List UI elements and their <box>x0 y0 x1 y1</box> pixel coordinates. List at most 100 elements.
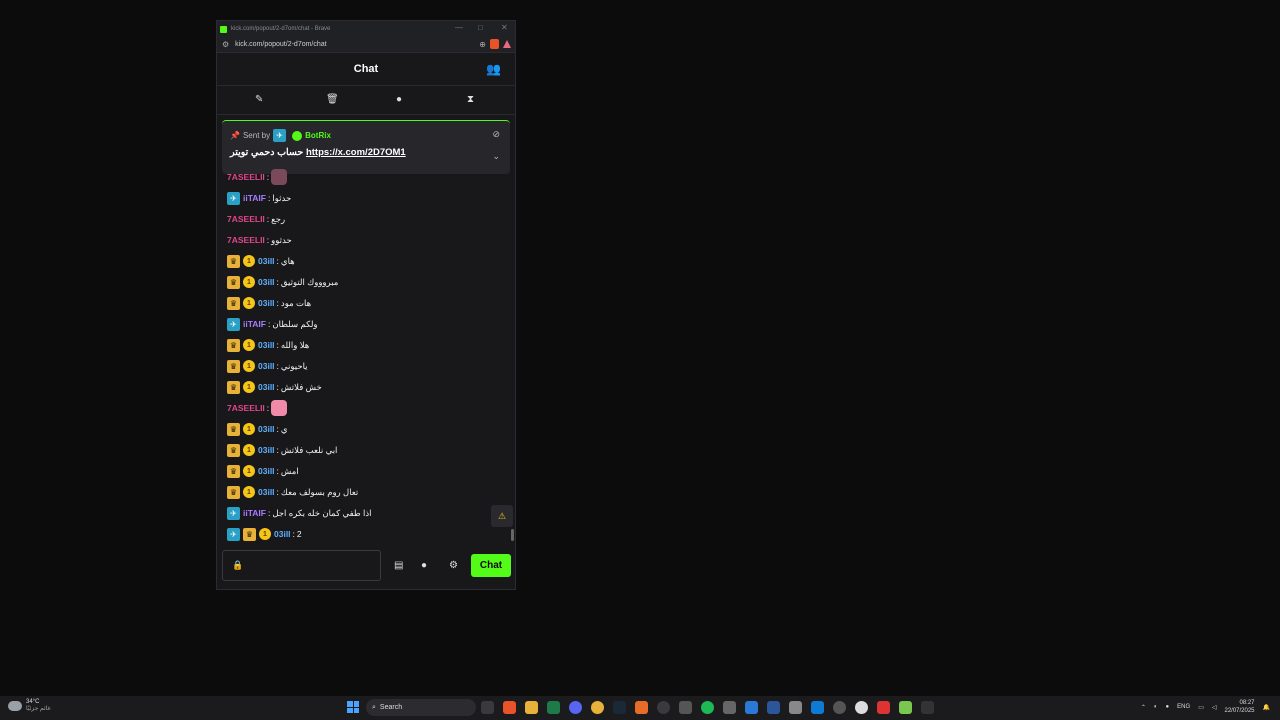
chevron-down-icon[interactable]: ⌄ <box>492 151 500 162</box>
chat-message-row[interactable]: 7ASEELII: <box>227 169 288 185</box>
scrollbar[interactable] <box>511 529 514 541</box>
vscode-icon[interactable] <box>811 701 824 714</box>
file-explorer-icon[interactable] <box>525 701 538 714</box>
chat-message-row[interactable]: ♛ 1 03ill: تعال روم بسولف معك <box>227 484 358 500</box>
app-icon[interactable] <box>679 701 692 714</box>
trash-icon[interactable]: 🗑 <box>326 94 339 105</box>
notification-bell-icon[interactable]: 🔔 <box>1263 704 1270 711</box>
chat-message-text: ابي نلعب فلاتش <box>280 444 338 455</box>
minimize-button[interactable]: — <box>455 23 463 32</box>
zoom-icon[interactable]: ⊕ <box>479 40 486 49</box>
chat-username[interactable]: 7ASEELII <box>227 403 265 413</box>
discord-icon[interactable] <box>569 701 582 714</box>
chat-username[interactable]: 7ASEELII <box>227 214 265 224</box>
chat-username[interactable]: 03ill <box>258 298 275 308</box>
url-text[interactable]: kick.com/popout/2-d7om/chat <box>235 41 326 48</box>
chat-message-row[interactable]: 7ASEELII: <box>227 400 288 416</box>
chat-message-row[interactable]: ♛ 1 03ill: هاي <box>227 253 295 269</box>
emote-picker-icon[interactable]: ● <box>421 560 427 571</box>
mic-icon[interactable]: ● <box>1166 704 1170 710</box>
site-settings-icon[interactable]: ⚙ <box>222 40 229 49</box>
word-icon[interactable] <box>767 701 780 714</box>
chat-username[interactable]: iiTAIF <box>243 193 266 203</box>
chat-message-row[interactable]: ✈ iiTAIF: اذا طفي كمان خله بكره اجل <box>227 505 372 521</box>
terminal-icon[interactable] <box>921 701 934 714</box>
volume-icon[interactable]: ◁ <box>1212 704 1217 711</box>
address-bar[interactable]: ⚙ kick.com/popout/2-d7om/chat ⊕ <box>217 37 515 53</box>
app-icon[interactable] <box>745 701 758 714</box>
maximize-button[interactable]: □ <box>478 23 483 32</box>
app-icon[interactable] <box>635 701 648 714</box>
brave-shields-icon[interactable] <box>490 39 499 49</box>
chat-message-row[interactable]: ♛ 1 03ill: ابي نلعب فلاتش <box>227 442 337 458</box>
chat-message-row[interactable]: ♛ 1 03ill: خش فلاتش <box>227 379 322 395</box>
app-icon[interactable] <box>723 701 736 714</box>
pin-icon[interactable]: ✎ <box>255 94 263 105</box>
warning-icon[interactable]: ⚠ <box>491 505 513 527</box>
pinned-message-link[interactable]: https://x.com/2D7OM1 <box>306 147 406 158</box>
chat-message-row[interactable]: ✈ iiTAIF: حدثوا <box>227 190 291 206</box>
app-tray-icon[interactable]: ◐ <box>1154 704 1158 710</box>
chat-username[interactable]: 03ill <box>258 340 275 350</box>
taskbar-search[interactable]: ⌕ Search <box>366 699 476 716</box>
chat-username[interactable]: 03ill <box>258 382 275 392</box>
weather-widget[interactable]: 34°C غائم جزئيًا <box>8 699 51 712</box>
spotify-icon[interactable] <box>701 701 714 714</box>
chat-username[interactable]: 03ill <box>274 529 291 539</box>
steam-icon[interactable] <box>613 701 626 714</box>
chat-message-list[interactable]: 7ASEELII: ✈ iiTAIF: حدثوا 7ASEELII: رجع 7ASEEL… <box>227 169 507 549</box>
chat-username[interactable]: 7ASEELII <box>227 172 265 182</box>
window-titlebar[interactable]: kick.com/popout/2-d7om/chat - Brave — □ … <box>217 21 515 37</box>
send-chat-button[interactable]: Chat <box>471 554 511 577</box>
system-tray[interactable]: ⌃ ◐ ● ENG ▭ ◁ 08:27 22/07/2025 🔔 <box>1141 699 1270 715</box>
chat-username[interactable]: 03ill <box>258 361 275 371</box>
chat-message-row[interactable]: 7ASEELII: رجع <box>227 211 285 227</box>
brave-app-icon[interactable] <box>503 701 516 714</box>
chat-message-row[interactable]: 7ASEELII: حدثوو <box>227 232 292 248</box>
channel-points-icon[interactable]: ▤ <box>394 560 403 571</box>
chat-message-row[interactable]: ♛ 1 03ill: مبروووك التوثيق <box>227 274 338 290</box>
browser-app-icon[interactable] <box>481 701 494 714</box>
app-icon[interactable] <box>899 701 912 714</box>
app-icon[interactable] <box>833 701 846 714</box>
chat-message-row[interactable]: ♛ 1 03ill: امش <box>227 463 299 479</box>
chat-username[interactable]: iiTAIF <box>243 319 266 329</box>
chat-username[interactable]: 03ill <box>258 487 275 497</box>
chrome-icon[interactable] <box>877 701 890 714</box>
user-list-icon[interactable]: 👥 <box>486 62 501 76</box>
app-icon[interactable] <box>789 701 802 714</box>
chat-message-row[interactable]: ♛ 1 03ill: ي <box>227 421 288 437</box>
excel-icon[interactable] <box>547 701 560 714</box>
app-icon[interactable] <box>657 701 670 714</box>
pinned-bot-name[interactable]: BotRix <box>305 131 331 140</box>
chat-username[interactable]: 03ill <box>258 256 275 266</box>
unpin-icon[interactable]: ⊘ <box>492 129 500 140</box>
brave-rewards-icon[interactable] <box>503 40 511 48</box>
chat-username[interactable]: 03ill <box>258 424 275 434</box>
pinned-message[interactable]: 📌 Sent by ✈ BotRix ⊘ حساب دحمي تويتر htt… <box>222 120 510 174</box>
chat-username[interactable]: 7ASEELII <box>227 235 265 245</box>
chat-input[interactable]: 🔒 <box>222 550 381 581</box>
chat-message-row[interactable]: ♛ 1 03ill: هات مود <box>227 295 311 311</box>
language-indicator[interactable]: ENG <box>1177 704 1190 710</box>
chat-settings-icon[interactable]: ⚙ <box>449 560 458 571</box>
bot-badge-icon: ✈ <box>227 506 240 520</box>
close-button[interactable]: ✕ <box>501 23 508 32</box>
chat-username[interactable]: 03ill <box>258 466 275 476</box>
chat-message-row[interactable]: ♛ 1 03ill: ياحيوني <box>227 358 308 374</box>
chat-username[interactable]: 03ill <box>258 445 275 455</box>
chat-bubble-icon[interactable]: ● <box>396 94 402 105</box>
chat-username[interactable]: iiTAIF <box>243 508 266 518</box>
app-icon[interactable] <box>855 701 868 714</box>
app-icon[interactable] <box>591 701 604 714</box>
subscriber-badge-icon: 1 <box>243 444 255 456</box>
chat-username[interactable]: 03ill <box>258 277 275 287</box>
chevron-up-icon[interactable]: ⌃ <box>1141 704 1146 711</box>
windows-start-icon[interactable] <box>347 701 359 713</box>
chat-message-row[interactable]: ♛ 1 03ill: هلا والله <box>227 337 309 353</box>
chat-message-row[interactable]: ✈ ♛ 1 03ill:2 <box>227 526 302 542</box>
network-icon[interactable]: ▭ <box>1198 704 1204 711</box>
chat-message-row[interactable]: ✈ iiTAIF: ولكم سلطان <box>227 316 318 332</box>
hourglass-icon[interactable]: ⧗ <box>467 94 474 105</box>
clock[interactable]: 08:27 22/07/2025 <box>1224 699 1254 715</box>
